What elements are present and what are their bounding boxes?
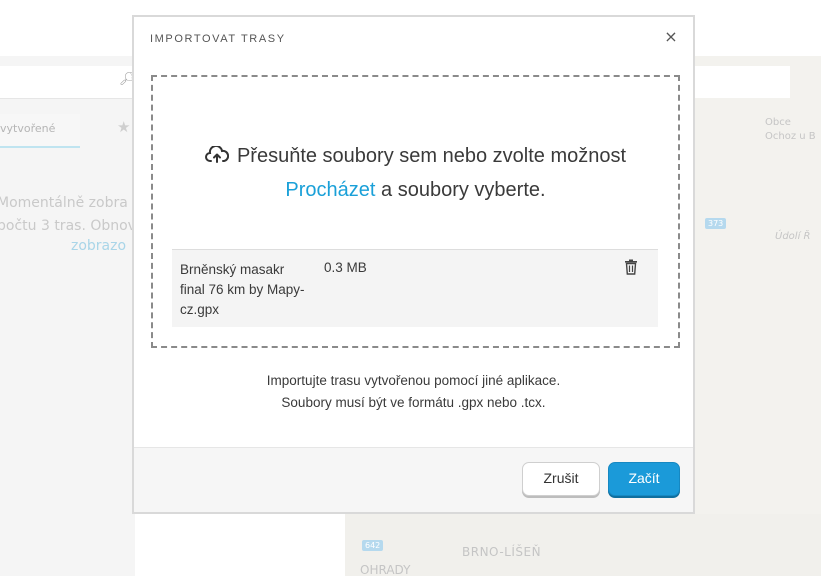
map-label-brno-lisen: BRNO-LÍŠEŇ — [462, 545, 542, 559]
cloud-upload-icon — [204, 144, 230, 170]
star-icon[interactable]: ★ — [117, 118, 130, 136]
show-link[interactable]: zobrazo — [71, 238, 126, 254]
start-button[interactable]: Začít — [608, 462, 680, 496]
file-size: 0.3 MB — [324, 260, 367, 275]
file-name: Brněnský masakr final 76 km by Mapy-cz.g… — [180, 262, 305, 317]
import-info: Importujte trasu vytvořenou pomocí jiné … — [134, 370, 693, 414]
dialog-footer: Zrušit Začít — [134, 447, 693, 512]
road-badge: 642 — [362, 540, 384, 551]
route-search-input[interactable] — [0, 66, 135, 99]
file-dropzone[interactable]: Přesuňte soubory sem nebo zvolte možnost… — [151, 75, 680, 348]
map-label-ohrady: OHRADY — [360, 563, 411, 577]
map-label-obce: Obce — [765, 117, 791, 128]
file-list-item: Brněnský masakr final 76 km by Mapy-cz.g… — [172, 249, 658, 327]
dialog-title: IMPORTOVAT TRASY — [150, 33, 286, 45]
tab-created-label: vytvořené — [0, 122, 56, 135]
map-area-bottom[interactable] — [345, 514, 821, 576]
map-label-udoli: Údolí Ř — [775, 231, 811, 242]
info-line-2: Soubory musí být ve formátu .gpx nebo .t… — [281, 395, 546, 410]
dropzone-instruction: Přesuňte soubory sem nebo zvolte možnost — [153, 144, 678, 170]
road-badge: 373 — [705, 218, 727, 229]
info-line-1: Importujte trasu vytvořenou pomocí jiné … — [266, 373, 561, 388]
trash-icon[interactable] — [624, 259, 638, 275]
cancel-button[interactable]: Zrušit — [522, 462, 600, 496]
dropzone-instruction-2: Procházet a soubory vyberte. — [285, 179, 546, 201]
import-routes-dialog: IMPORTOVAT TRASY × Přesuňte soubory sem … — [132, 15, 695, 514]
browse-link[interactable]: Procházet — [285, 179, 375, 201]
close-icon[interactable]: × — [663, 29, 679, 45]
empty-message: Momentálně zobra počtu 3 tras. Obnov — [0, 195, 136, 234]
map-search-box[interactable] — [695, 66, 790, 98]
map-label-ochoz: Ochoz u B — [765, 131, 816, 142]
